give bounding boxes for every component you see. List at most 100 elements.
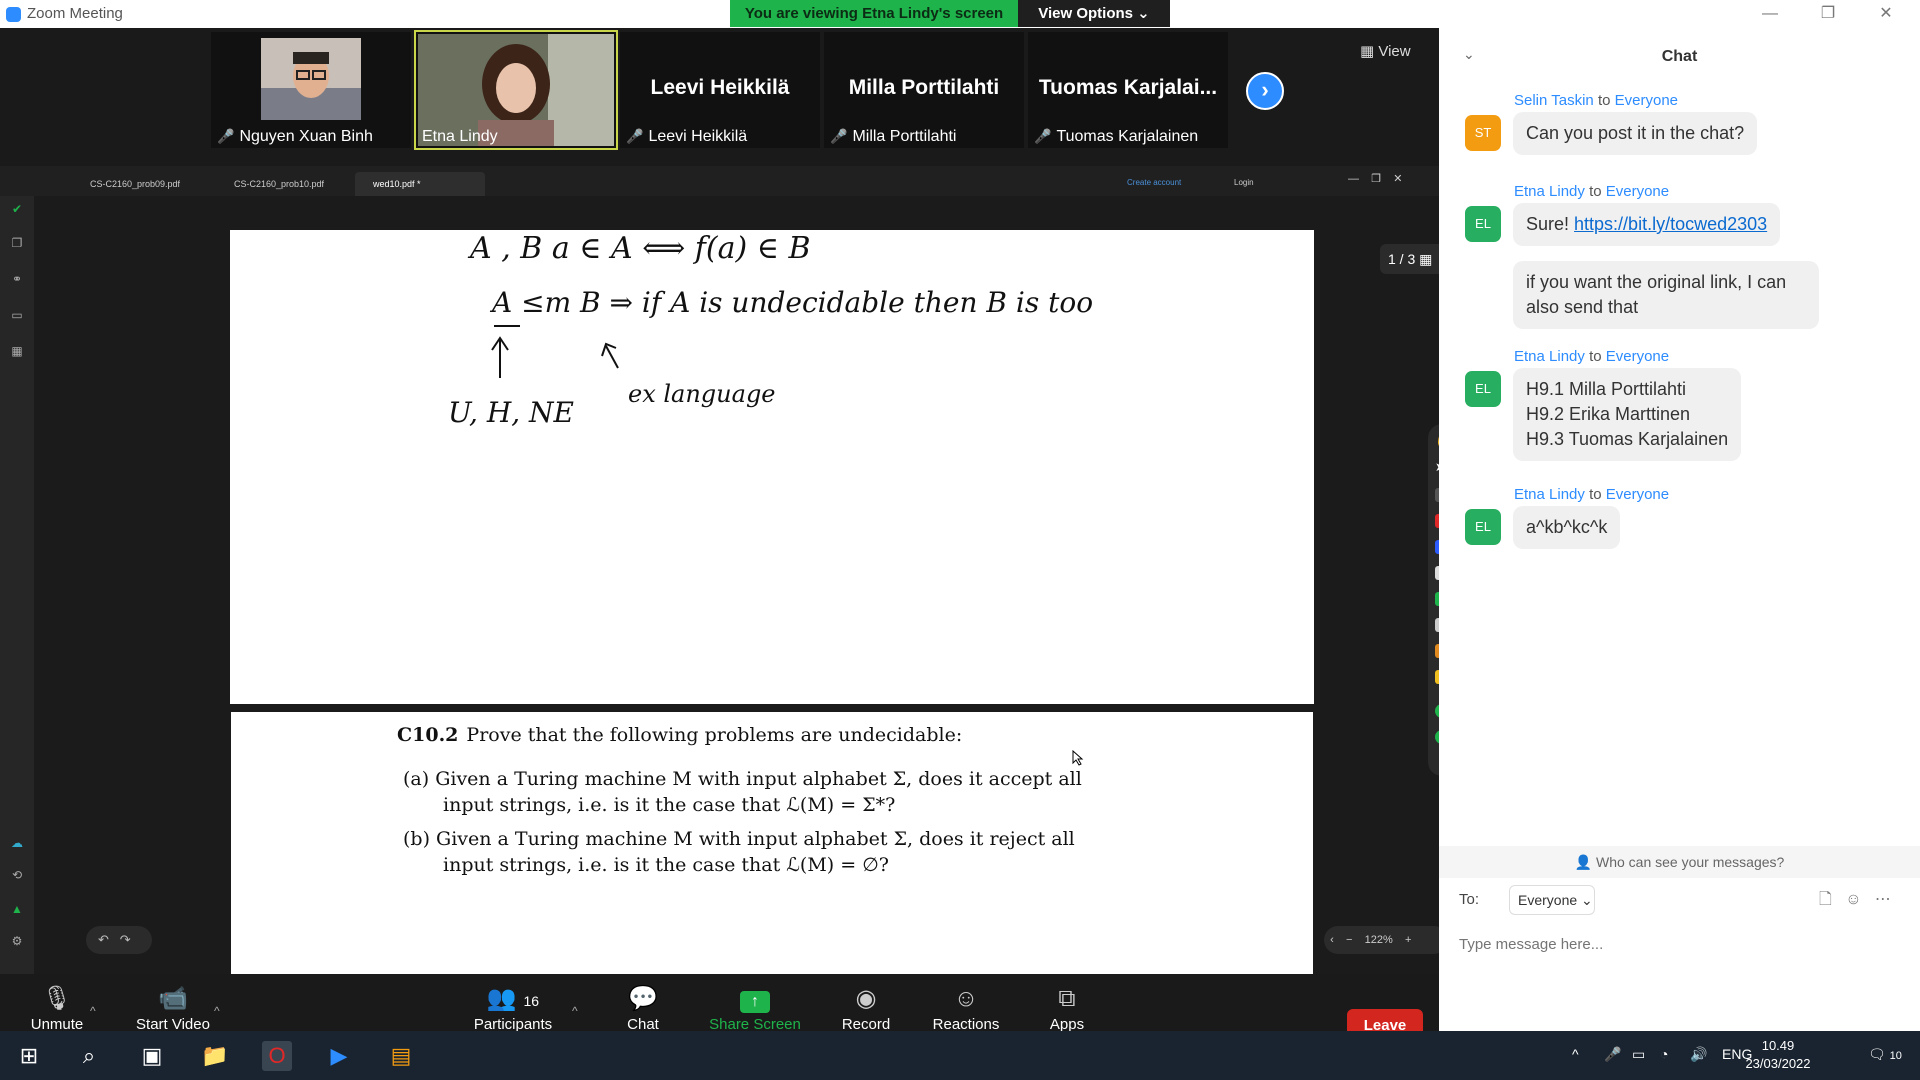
pdf-app-icon[interactable]: ▤ — [386, 1041, 416, 1071]
participant-tile[interactable]: Tuomas Karjalai... 🎤 Tuomas Karjalainen — [1028, 32, 1228, 148]
note-line-2: A ≤m B ⇒ if A is undecidable then B is t… — [489, 286, 1093, 319]
note-line-3: U, H, NE — [448, 396, 574, 429]
grid-icon: ▦ — [1360, 43, 1375, 60]
task-view-icon[interactable]: ▣ — [137, 1041, 167, 1071]
recipient-select[interactable]: Everyone ⌄ — [1509, 885, 1595, 915]
thumbnails-icon: ▦ — [1419, 251, 1433, 267]
chat-header: ⌄ Chat — [1439, 28, 1920, 84]
participant-name: 🎤 Milla Porttilahti — [830, 128, 957, 145]
cloud-icon: ☁ — [11, 836, 23, 850]
title-bar: Zoom Meeting You are viewing Etna Lindy'… — [0, 0, 1920, 28]
problem-number: C10.2 — [397, 724, 459, 746]
close-icon[interactable]: ✕ — [1866, 3, 1906, 25]
view-label: View — [1378, 43, 1411, 60]
participants-options-caret[interactable]: ^ — [572, 1004, 578, 1018]
restore-icon[interactable]: ❐ — [1808, 3, 1848, 25]
message-sender: Etna Lindy to Everyone — [1514, 348, 1670, 365]
reactions-icon: ☺ — [953, 985, 979, 1012]
participant-tile[interactable]: Milla Porttilahti 🎤 Milla Porttilahti — [824, 32, 1024, 148]
message-bubble: if you want the original link, I can also… — [1513, 261, 1819, 329]
message-bubble: H9.1 Milla Porttilahti H9.2 Erika Marttin… — [1513, 368, 1742, 461]
file-explorer-icon[interactable]: 📁 — [200, 1041, 230, 1071]
muted-mic-icon: 🎤 — [626, 128, 644, 144]
chat-panel: ⌄ Chat Selin Taskin to Everyone ST Can y… — [1439, 28, 1920, 1031]
zoom-control: ‹ − 122% + — [1324, 926, 1448, 954]
video-options-caret[interactable]: ^ — [214, 1004, 220, 1018]
mouse-cursor-icon — [1072, 750, 1084, 766]
sync-icon: ⟲ — [11, 868, 23, 882]
settings-gear-icon: ⚙ — [11, 934, 23, 948]
tray-overflow-icon[interactable]: ^ — [1572, 1046, 1579, 1062]
view-button[interactable]: ▦ View — [1360, 42, 1411, 60]
volume-icon: 🔊 — [1690, 1046, 1708, 1062]
participant-tile[interactable]: Etna Lindy — [414, 30, 618, 150]
chat-tools: 🗋 ☺ ⋯ — [1819, 888, 1891, 915]
participant-name: 🎤 Leevi Heikkilä — [626, 128, 748, 145]
problem-title: Prove that the following problems are un… — [466, 724, 963, 746]
message-input[interactable] — [1459, 931, 1899, 957]
shield-icon: ✔ — [11, 202, 23, 216]
document-viewer: A , B a ∈ A ⟺ f(a) ∈ B A ≤m B ⇒ if A is … — [34, 196, 1456, 974]
pages-icon: ❐ — [11, 236, 23, 250]
note-line-4: ex language — [628, 380, 776, 408]
message-sender: Selin Taskin to Everyone — [1514, 92, 1679, 109]
avatar: EL — [1465, 371, 1501, 407]
clock[interactable]: 10.49 23/03/2022 — [1738, 1037, 1818, 1073]
participant-tile[interactable]: 🎤 Nguyen Xuan Binh — [211, 32, 411, 148]
undo-redo-control: ↶ ↷ — [86, 926, 152, 954]
notifications-icon[interactable]: 🗨 10 — [1868, 1046, 1902, 1063]
minimize-icon[interactable]: — — [1750, 3, 1790, 25]
opera-browser-icon[interactable]: O — [262, 1041, 292, 1071]
participant-video — [261, 38, 361, 120]
view-options-button[interactable]: View Options ⌄ — [1018, 0, 1170, 27]
problem-part-a-line2: input strings, i.e. is it the case that … — [443, 794, 896, 816]
page-indicator: 1 / 3 ▦ — [1380, 244, 1444, 274]
muted-mic-icon: 🎤 — [1034, 128, 1052, 144]
next-page-button[interactable]: › — [1246, 72, 1284, 110]
shared-left-rail: ✔ ❐ ⚭ ▭ ▦ ☁ ⟲ ▲ ⚙ — [0, 196, 34, 974]
shared-link[interactable]: https://bit.ly/tocwed2303 — [1574, 214, 1767, 234]
problem-part-b-line1: (b) Given a Turing machine M with input … — [403, 828, 1075, 850]
chevron-down-icon: ⌄ — [1137, 5, 1150, 22]
wifi-icon: ◔ — [1660, 1046, 1669, 1062]
chevron-down-icon: ⌄ — [1581, 892, 1593, 908]
frame-icon: ▭ — [11, 308, 23, 322]
shared-tab: CS-C2160_prob10.pdf — [234, 179, 325, 189]
search-icon[interactable]: ⌕ — [74, 1041, 104, 1071]
participant-name: 🎤 Tuomas Karjalainen — [1034, 128, 1199, 145]
windows-start-icon[interactable]: ⊞ — [14, 1041, 44, 1071]
chevron-right-icon: › — [1261, 77, 1269, 102]
participant-display-name: Tuomas Karjalai... — [1038, 76, 1218, 99]
note-line-1: A , B a ∈ A ⟺ f(a) ∈ B — [467, 231, 811, 266]
who-can-see-link[interactable]: 👤 Who can see your messages? — [1439, 846, 1920, 878]
participants-count: 16 — [523, 993, 540, 1009]
zoom-level: 122% — [1364, 934, 1393, 946]
login-link: Login — [1234, 178, 1254, 187]
participant-display-name: Milla Porttilahti — [848, 76, 1000, 99]
message-bubble: Can you post it in the chat? — [1513, 112, 1758, 155]
share-screen-icon: ↑ — [740, 991, 770, 1013]
message-bubble: a^kb^kc^k — [1513, 506, 1621, 549]
muted-mic-icon: 🎤 — [830, 128, 848, 144]
zoom-taskbar-icon[interactable]: ▶ — [324, 1041, 354, 1071]
muted-mic-icon: 🎤 — [217, 128, 235, 144]
participant-tile[interactable]: Leevi Heikkilä 🎤 Leevi Heikkilä — [620, 32, 820, 148]
avatar: EL — [1465, 206, 1501, 242]
meeting-area: 🎤 Nguyen Xuan Binh Etna Lindy Leevi Heikk… — [0, 28, 1456, 1059]
emoji-icon[interactable]: ☺ — [1845, 891, 1861, 908]
problem-heading: C10.2 Prove that the following problems a… — [397, 724, 962, 746]
shared-app-tabbar: CS-C2160_prob09.pdf CS-C2160_prob10.pdf … — [0, 166, 1439, 196]
participant-gallery: 🎤 Nguyen Xuan Binh Etna Lindy Leevi Heikk… — [0, 28, 1439, 166]
file-icon[interactable]: 🗋 — [1819, 891, 1832, 908]
avatar: ST — [1465, 115, 1501, 151]
audio-options-caret[interactable]: ^ — [90, 1004, 96, 1018]
message-sender: Etna Lindy to Everyone — [1514, 183, 1670, 200]
shared-window-controls: — ❐ ✕ — [1348, 173, 1403, 185]
shared-screen[interactable]: CS-C2160_prob09.pdf CS-C2160_prob10.pdf … — [0, 166, 1456, 974]
problem-part-b-line2: input strings, i.e. is it the case that … — [443, 854, 889, 876]
person-lock-icon: 👤 — [1574, 854, 1593, 870]
more-icon[interactable]: ⋯ — [1875, 891, 1891, 908]
problem-part-a-line1: (a) Given a Turing machine M with input … — [403, 768, 1082, 790]
participant-name: Etna Lindy — [422, 128, 498, 145]
zoom-app-icon — [6, 7, 21, 22]
